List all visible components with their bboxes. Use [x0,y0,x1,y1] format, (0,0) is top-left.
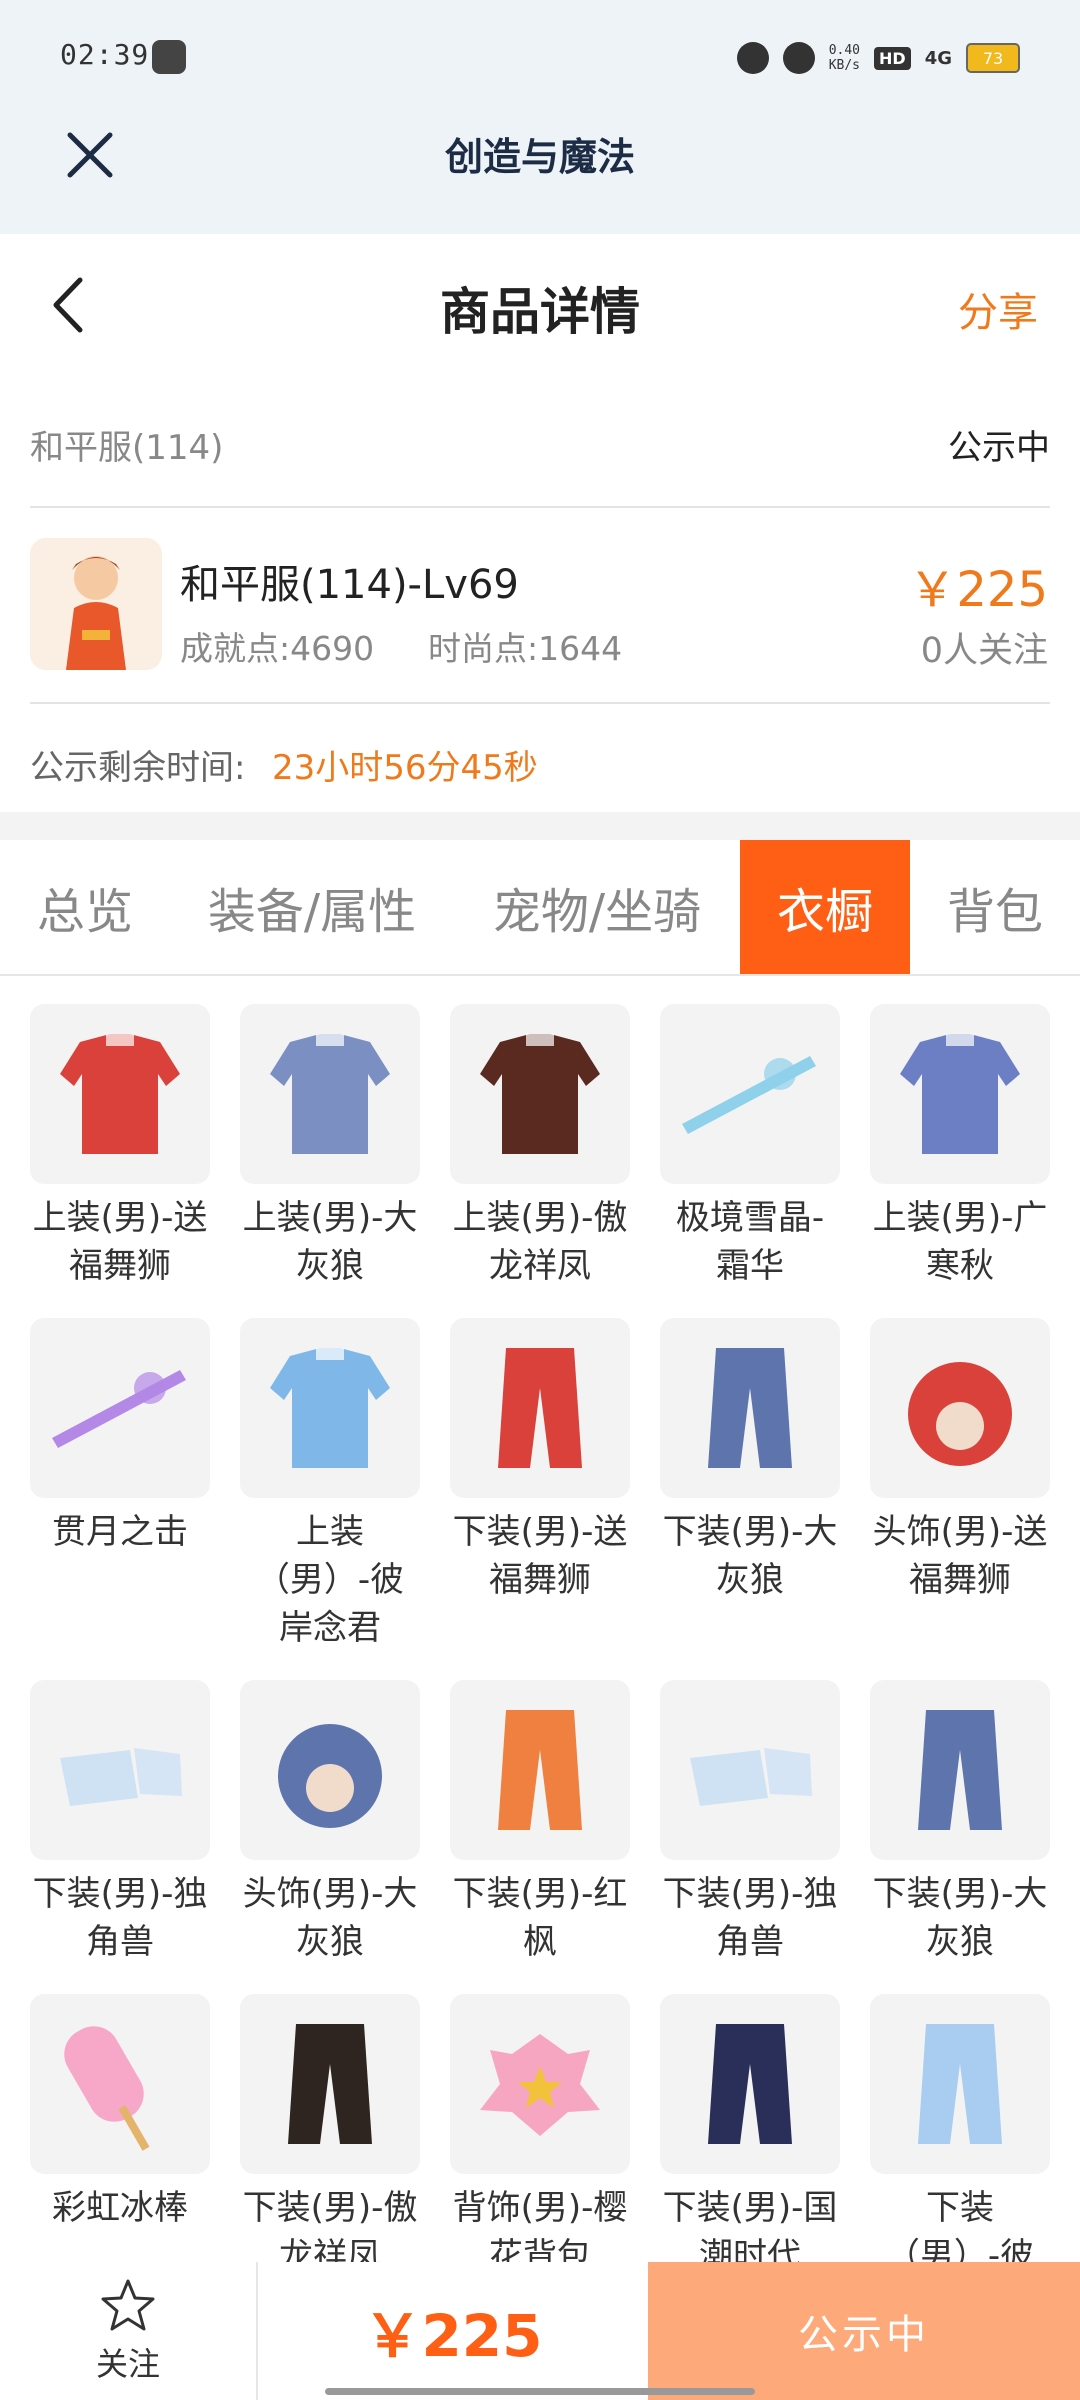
alarm-icon [736,42,769,74]
trend-pants-icon [660,1994,840,2174]
status-icons: 0.40 KB/s HD 4G 73 [736,36,1020,80]
tab-equipment[interactable]: 装备/属性 [170,840,454,974]
star-icon [101,2279,155,2331]
wardrobe-item[interactable]: 下装(男)-红 枫 [450,1680,630,1966]
wardrobe-item[interactable]: 下装(男)-独 角兽 [660,1680,840,1966]
follow-button[interactable]: 关注 [0,2262,256,2400]
wolf-top-icon [240,1004,420,1184]
wardrobe-item[interactable]: 头饰(男)-送 福舞狮 [870,1318,1050,1652]
rainbow-popsicle-icon [30,1994,210,2174]
wardrobe-item[interactable]: 上装(男)-大 灰狼 [240,1004,420,1290]
wardrobe-item[interactable]: 头饰(男)-大 灰狼 [240,1680,420,1966]
page-title: 商品详情 [440,283,640,341]
divider [30,506,1050,508]
remaining-time-label: 公示剩余时间: [30,748,246,788]
wardrobe-item-name: 头饰(男)-大 灰狼 [242,1874,418,1962]
server-label: 和平服(114) [30,428,224,468]
status-time: 02:39 [60,38,150,71]
tab-bar: 总览 装备/属性 宠物/坐骑 衣橱 背包 [0,840,1080,976]
wardrobe-item-name: 上装(男)-送 福舞狮 [32,1198,208,1286]
wardrobe-item[interactable]: 下装(男)-傲 龙祥凤 [240,1994,420,2280]
lion-head-icon [870,1318,1050,1498]
tab-overview[interactable]: 总览 [0,840,170,974]
fashion-points: 时尚点:1644 [428,629,623,668]
sakura-backpack-icon [450,1994,630,2174]
wardrobe-item[interactable]: 下装(男)-大 灰狼 [660,1318,840,1652]
maple-pants-icon [450,1680,630,1860]
wardrobe-item[interactable]: 上装(男)-傲 龙祥凤 [450,1004,630,1290]
dragon-pants-icon [240,1994,420,2174]
ice-bow-icon [660,1004,840,1184]
mute-icon [782,42,815,74]
wardrobe-item-name: 上装(男)-傲 龙祥凤 [452,1198,628,1286]
wardrobe-item[interactable]: 下装(男)-国 潮时代 [660,1994,840,2280]
wardrobe-item-name: 上装(男)-广 寒秋 [872,1198,1048,1286]
home-indicator[interactable] [325,2388,755,2395]
follow-label: 关注 [95,2345,160,2383]
wardrobe-item-name: 头饰(男)-送 福舞狮 [872,1512,1048,1600]
divider [30,702,1050,704]
notification-app-icon [152,40,186,74]
wardrobe-item-name: 下装(男)-独 角兽 [662,1874,838,1962]
moon-weapon-icon [30,1318,210,1498]
light-blue-pants-icon [870,1994,1050,2174]
unicorn-boots-icon [30,1680,210,1860]
status-button[interactable]: 公示中 [648,2262,1080,2400]
wardrobe-item[interactable]: 极境雪晶- 霜华 [660,1004,840,1290]
lion-pants-icon [450,1318,630,1498]
dragon-robe-icon [450,1004,630,1184]
wolf-pants-icon [660,1318,840,1498]
wardrobe-item[interactable]: 上装(男)-广 寒秋 [870,1004,1050,1290]
remaining-time-value: 23小时56分45秒 [272,748,538,788]
tab-wardrobe[interactable]: 衣橱 [740,840,910,974]
wardrobe-item[interactable]: 上装(男)-送 福舞狮 [30,1004,210,1290]
bottom-price: ￥225 [363,2302,543,2370]
app-title: 创造与魔法 [444,134,635,179]
wardrobe-item-name: 彩虹冰棒 [52,2188,188,2228]
wardrobe-item[interactable]: 下装(男)-独 角兽 [30,1680,210,1966]
wolf-head-icon [240,1680,420,1860]
signal-icon: 4G [924,47,952,69]
character-avatar [30,538,162,670]
character-name: 和平服(114)-Lv69 [180,562,519,608]
autumn-robe-icon [870,1004,1050,1184]
wardrobe-item-name: 上装(男)-大 灰狼 [242,1198,418,1286]
wardrobe-item-name: 下装(男)-送 福舞狮 [452,1512,628,1600]
wardrobe-item-name: 下装(男)-大 灰狼 [872,1874,1048,1962]
battery-icon: 73 [966,43,1020,73]
wardrobe-item[interactable]: 下装(男)-送 福舞狮 [450,1318,630,1652]
wardrobe-item[interactable]: 背饰(男)-樱 花背包 [450,1994,630,2280]
tab-backpack[interactable]: 背包 [910,840,1080,974]
network-speed: 0.40 KB/s [828,43,861,73]
wardrobe-item-name: 上装 （男）-彼 岸念君 [255,1512,405,1648]
tab-pets-mounts[interactable]: 宠物/坐骑 [454,840,740,974]
wardrobe-item-name: 下装(男)-大 灰狼 [662,1512,838,1600]
listing-price: ￥225 [908,562,1048,618]
section-gap [0,812,1080,840]
follower-count: 0人关注 [920,631,1048,671]
wardrobe-item-name: 下装(男)-红 枫 [452,1874,628,1962]
achievement-points: 成就点:4690 [180,629,375,668]
hd-badge: HD [874,46,911,70]
wardrobe-item[interactable]: 上装 （男）-彼 岸念君 [240,1318,420,1652]
lion-top-icon [30,1004,210,1184]
wardrobe-item-name: 贯月之击 [52,1512,188,1552]
unicorn-boots-icon [660,1680,840,1860]
wardrobe-item-name: 下装(男)-独 角兽 [32,1874,208,1962]
listing-status: 公示中 [948,428,1050,468]
wardrobe-item[interactable]: 下装(男)-大 灰狼 [870,1680,1050,1966]
share-button[interactable]: 分享 [958,280,1038,338]
wolf-pants-icon [870,1680,1050,1860]
wardrobe-item[interactable]: 下装 （男）-彼 [870,1994,1050,2280]
blue-robe-icon [240,1318,420,1498]
wardrobe-grid: 上装(男)-送 福舞狮 上装(男)-大 灰狼 上装(男)-傲 龙祥凤 极境雪晶- 霜华… [30,1004,1050,2308]
wardrobe-item[interactable]: 彩虹冰棒 [30,1994,210,2280]
wardrobe-item[interactable]: 贯月之击 [30,1318,210,1652]
wardrobe-item-name: 极境雪晶- 霜华 [675,1198,825,1286]
